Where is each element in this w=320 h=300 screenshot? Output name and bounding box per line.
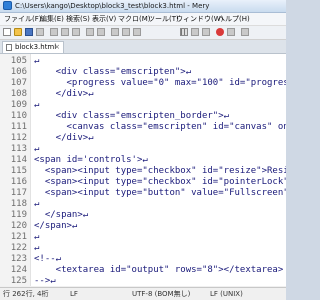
undo-icon[interactable] (86, 28, 94, 36)
code-line: ↵ (34, 199, 40, 209)
code-line: ↵ (34, 100, 40, 110)
code-line: -->↵ (34, 276, 56, 286)
code-line: </span>↵ (34, 221, 78, 231)
line-number: 122 (10, 243, 27, 253)
line-number: 112 (10, 133, 27, 143)
code-line: </div>↵ (34, 133, 94, 143)
line-number: 118 (10, 199, 27, 209)
print-icon[interactable] (36, 28, 44, 36)
encoding-status[interactable]: UTF-8 (BOM無し) (132, 289, 190, 300)
code-line: ↵ (34, 144, 40, 154)
status-bar: 行 262行, 4桁 LF UTF-8 (BOM無し) LF (UNIX) (0, 287, 286, 300)
code-line: <span><input type="button" value="Fullsc… (34, 188, 286, 198)
tab-label: block3.html (15, 43, 57, 51)
code-line: <canvas class="emscripten" id="canvas" o… (34, 122, 287, 132)
code-line: <progress value="0" max="100" id="progre… (34, 78, 287, 88)
menu-view[interactable]: 表示(V) (92, 13, 116, 25)
line-number: 114 (10, 155, 27, 165)
find-next-icon[interactable] (122, 28, 130, 36)
code-area[interactable]: ↵ <div class="emscripten">↵ <progress va… (34, 54, 286, 286)
menu-search[interactable]: 検索(S) (66, 13, 90, 25)
code-line: ↵ (34, 243, 40, 253)
code-line: ↵ (34, 232, 40, 242)
line-number: 115 (10, 166, 27, 176)
code-line: ↵ (34, 56, 40, 66)
tab-block3-html[interactable]: block3.html × (2, 41, 64, 53)
window-title: C:\Users\kango\Desktop\block3_test\block… (15, 2, 210, 10)
line-number: 121 (10, 232, 27, 242)
code-line: <textarea id="output" rows="8"></textare… (34, 265, 284, 275)
cut-icon[interactable] (50, 28, 58, 36)
code-line: <span><input type="checkbox" id="resize"… (34, 166, 286, 176)
title-bar: C:\Users\kango\Desktop\block3_test\block… (0, 0, 286, 13)
cursor-position: 行 262行, 4桁 (3, 290, 49, 298)
app-window: C:\Users\kango\Desktop\block3_test\block… (0, 0, 286, 300)
line-number: 120 (10, 221, 27, 231)
line-number: 116 (10, 177, 27, 187)
menu-tools[interactable]: ツール(T) (148, 13, 179, 25)
redo-icon[interactable] (97, 28, 105, 36)
copy-icon[interactable] (61, 28, 69, 36)
line-number: 113 (10, 144, 27, 154)
find-icon[interactable] (111, 28, 119, 36)
play-macro-icon[interactable] (227, 28, 235, 36)
line-number-gutter: 105 106 107 108 109 110 111 112 113 114 … (0, 54, 31, 286)
menu-bar: ファイル(F) 編集(E) 検索(S) 表示(V) マクロ(M) ツール(T) … (0, 13, 286, 26)
new-file-icon[interactable] (3, 28, 11, 36)
tab-bar: block3.html × (0, 40, 286, 54)
line-number: 108 (10, 89, 27, 99)
line-number: 125 (10, 276, 27, 286)
save-icon[interactable] (25, 28, 33, 36)
line-number: 107 (10, 78, 27, 88)
menu-window[interactable]: ウィンドウ(W) (176, 13, 223, 25)
wrap-icon[interactable] (180, 28, 188, 36)
record-macro-icon[interactable] (216, 28, 224, 36)
line-number: 111 (10, 122, 27, 132)
code-line: <!--↵ (34, 254, 62, 264)
newline-type-status[interactable]: LF (UNIX) (210, 289, 243, 300)
code-line: <span id='controls'>↵ (34, 155, 148, 165)
replace-icon[interactable] (133, 28, 141, 36)
menu-edit[interactable]: 編集(E) (40, 13, 64, 25)
html-file-icon (6, 44, 12, 51)
text-editor[interactable]: 105 106 107 108 109 110 111 112 113 114 … (0, 54, 286, 286)
line-number: 124 (10, 265, 27, 275)
app-icon (3, 1, 12, 10)
menu-help[interactable]: ヘルプ(H) (218, 13, 250, 25)
view-icon[interactable] (191, 28, 199, 36)
tab-close-icon[interactable]: × (54, 42, 60, 53)
line-number: 110 (10, 111, 27, 121)
menu-macro[interactable]: マクロ(M) (118, 13, 151, 25)
code-line: <div class="emscripten">↵ (34, 67, 192, 77)
line-number: 123 (10, 254, 27, 264)
code-line: <div class="emscripten_border">↵ (34, 111, 230, 121)
paste-icon[interactable] (72, 28, 80, 36)
code-line: </span>↵ (34, 210, 89, 220)
code-line: </div>↵ (34, 89, 94, 99)
menu-file[interactable]: ファイル(F) (4, 13, 42, 25)
line-number: 109 (10, 100, 27, 110)
line-number: 106 (10, 67, 27, 77)
newline-code: LF (70, 290, 78, 298)
bookmark-icon[interactable] (202, 28, 210, 36)
line-number: 105 (10, 56, 27, 66)
line-number: 119 (10, 210, 27, 220)
settings-icon[interactable] (241, 28, 249, 36)
line-number: 117 (10, 188, 27, 198)
toolbar (0, 26, 286, 40)
open-folder-icon[interactable] (14, 28, 22, 36)
code-line: <span><input type="checkbox" id="pointer… (34, 177, 286, 187)
